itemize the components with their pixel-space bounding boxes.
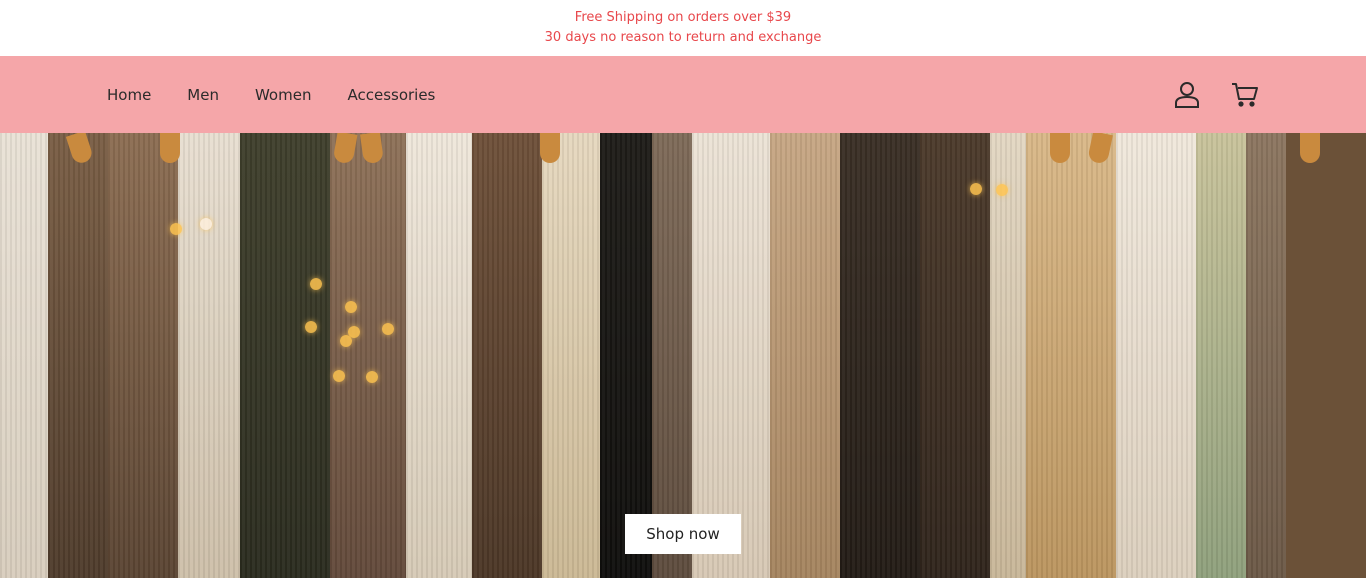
site-header: Home Men Women Accessories [0,56,1366,133]
bokeh-light [340,335,352,347]
garment [652,133,692,578]
hanger [1050,133,1070,163]
garment [0,133,48,578]
garment [542,133,600,578]
nav-home[interactable]: Home [107,86,151,104]
bokeh-light [170,223,182,235]
garment [1026,133,1116,578]
bokeh-light [366,371,378,383]
bokeh-light [333,370,345,382]
clothing-rack-image [0,133,1366,578]
bokeh-light [305,321,317,333]
garment [692,133,770,578]
bokeh-light [310,278,322,290]
nav-men[interactable]: Men [187,86,219,104]
shop-now-button[interactable]: Shop now [625,514,741,554]
cart-icon[interactable] [1231,81,1259,109]
garment [240,133,330,578]
bokeh-light [996,184,1008,196]
bokeh-light [345,301,357,313]
garment [600,133,652,578]
garment [330,133,406,578]
bokeh-light [382,323,394,335]
garment [406,133,472,578]
hanger [540,133,560,163]
hanger [1300,133,1320,163]
header-icons [1173,81,1259,109]
hanger [160,133,180,163]
bokeh-light [970,183,982,195]
hero-banner: Shop now [0,133,1366,578]
garment [1196,133,1246,578]
garment [178,133,240,578]
bokeh-light [200,218,212,230]
user-icon[interactable] [1173,81,1201,109]
announcement-bar: Free Shipping on orders over $39 30 days… [0,0,1366,56]
garment [108,133,178,578]
garment [472,133,542,578]
announcement-shipping: Free Shipping on orders over $39 [574,10,792,25]
garment [1116,133,1196,578]
garment [920,133,990,578]
garment [770,133,840,578]
garment [1246,133,1286,578]
garment [48,133,108,578]
garment [990,133,1026,578]
nav-women[interactable]: Women [255,86,311,104]
garment [840,133,920,578]
nav-accessories[interactable]: Accessories [347,86,435,104]
main-nav: Home Men Women Accessories [107,86,471,104]
announcement-returns: 30 days no reason to return and exchange [544,30,822,45]
